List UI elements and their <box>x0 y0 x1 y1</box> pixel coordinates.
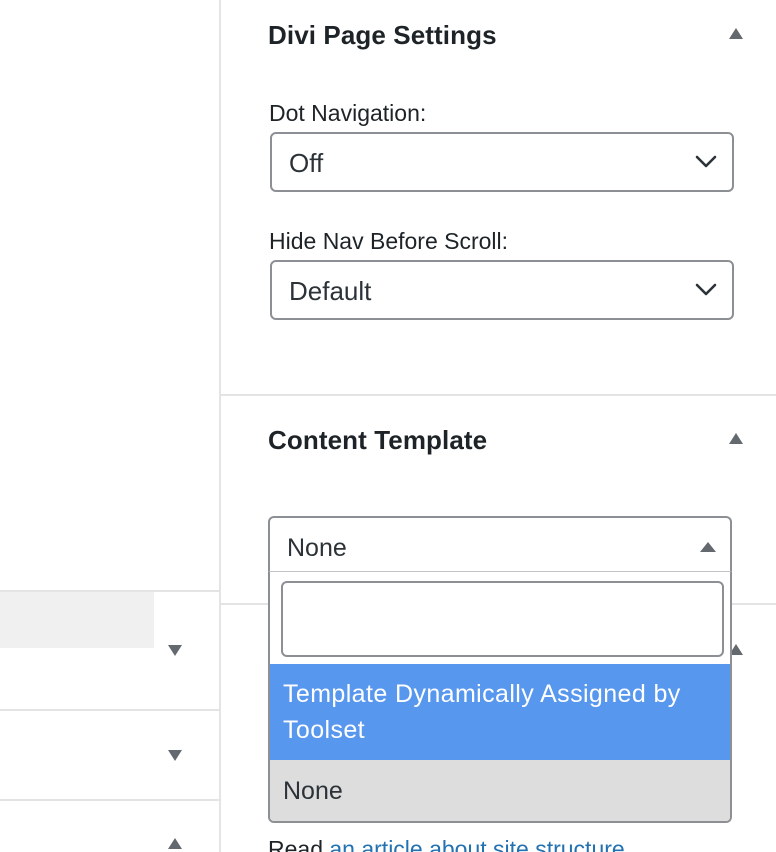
content-template-value: None <box>287 534 347 562</box>
hide-nav-label: Hide Nav Before Scroll: <box>269 228 509 254</box>
column-divider <box>219 0 221 852</box>
divi-settings-title: Divi Page Settings <box>268 20 497 50</box>
content-template-select[interactable]: None <box>268 516 732 572</box>
site-structure-link[interactable]: an article about site structure <box>329 836 624 852</box>
page: Divi Page Settings Dot Navigation: Off H… <box>0 0 776 852</box>
caret-down-icon[interactable] <box>168 645 182 656</box>
chevron-down-icon <box>695 155 717 168</box>
caret-down-icon[interactable] <box>168 750 182 761</box>
section-divider <box>221 394 776 396</box>
caret-up-icon <box>700 542 716 552</box>
dot-navigation-select[interactable]: Off <box>270 132 734 192</box>
option-none[interactable]: None <box>270 760 730 821</box>
site-structure-hint: Read an article about site structure <box>268 836 625 852</box>
content-template-dropdown: Template Dynamically Assigned by Toolset… <box>268 571 732 823</box>
collapse-content-template-icon[interactable] <box>729 433 743 444</box>
hide-nav-select[interactable]: Default <box>270 260 734 320</box>
hint-prefix: Read <box>268 836 330 852</box>
option-toolset-template[interactable]: Template Dynamically Assigned by Toolset <box>270 664 730 760</box>
content-template-title: Content Template <box>268 425 488 455</box>
dot-navigation-value: Off <box>289 148 324 178</box>
left-divider <box>0 799 219 801</box>
left-column <box>0 0 219 852</box>
collapse-divi-settings-icon[interactable] <box>729 28 743 39</box>
left-divider <box>0 709 219 711</box>
hide-nav-value: Default <box>289 276 372 306</box>
left-gray-input[interactable] <box>0 592 154 648</box>
chevron-down-icon <box>695 283 717 296</box>
caret-up-icon[interactable] <box>168 838 182 849</box>
dot-navigation-label: Dot Navigation: <box>269 100 427 126</box>
template-search-input[interactable] <box>281 581 724 657</box>
